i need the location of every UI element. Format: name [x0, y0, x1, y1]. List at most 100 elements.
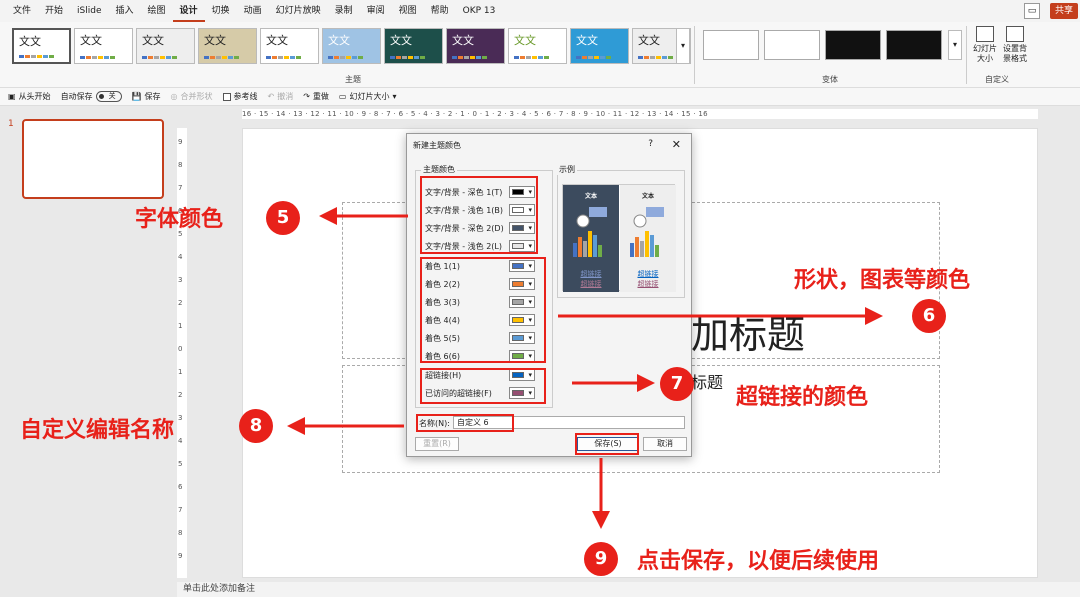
theme-tile[interactable]: 文文	[322, 28, 381, 64]
sample-group-label: 示例	[557, 164, 577, 175]
cancel-button[interactable]: 取消	[643, 437, 687, 451]
ruler-tick-label: 1	[178, 368, 183, 376]
theme-tile-label: 文文	[390, 34, 412, 47]
theme-tile-label: 文文	[204, 34, 226, 47]
ribbon: 文文 文文 文文 文文 文文 文文 文文 文文 文文 文文 文文 ▾ 主题 ▾ 变体 幻灯片 大小 …	[0, 22, 1080, 88]
merge-shapes-button[interactable]: ◎ 合并形状	[171, 91, 213, 102]
share-button[interactable]: 共享	[1049, 3, 1078, 19]
theme-tile[interactable]: 文文	[260, 28, 319, 64]
undo-label: 撤消	[277, 92, 294, 101]
slide-size-qat-button[interactable]: ▭ 幻灯片大小 ▾	[339, 91, 397, 102]
variant-white[interactable]	[703, 30, 759, 60]
menu-tab[interactable]: 视图	[392, 0, 424, 22]
undo-button[interactable]: ↶ 撤消	[268, 91, 294, 102]
checkbox-icon	[222, 92, 231, 101]
preview-dark: 文本 超链接 超链接	[563, 185, 619, 292]
preview-link-light: 超链接	[637, 270, 659, 278]
preview-chart-dark	[573, 207, 607, 257]
ruler-tick-label: 5	[178, 460, 183, 468]
theme-color-bars	[576, 56, 611, 59]
menu-tab[interactable]: OKP 13	[456, 0, 503, 22]
variant-light[interactable]	[764, 30, 820, 60]
merge-shapes-icon: ◎	[170, 92, 178, 101]
annotation-badge-5: 5	[266, 201, 300, 235]
theme-tile[interactable]: 文文	[570, 28, 629, 64]
toggle-switch[interactable]: 关	[95, 91, 122, 102]
format-background-icon	[1006, 26, 1024, 42]
guides-checkbox[interactable]: 参考线	[222, 91, 258, 102]
menu-tab[interactable]: 动画	[237, 0, 269, 22]
theme-tile-label: 文文	[80, 34, 102, 47]
theme-tile-label: 文文	[266, 34, 288, 47]
comment-icon[interactable]: ▭	[1024, 3, 1040, 19]
save-button[interactable]: 💾 保存	[132, 91, 161, 102]
ruler-tick-label: 7	[178, 506, 183, 514]
menu-tab[interactable]: 文件	[6, 0, 38, 22]
save-icon: 💾	[131, 92, 142, 101]
menu-tab[interactable]: 设计	[172, 0, 205, 22]
help-icon[interactable]: ?	[648, 139, 653, 149]
format-background-button[interactable]: 设置背 景格式	[1000, 26, 1030, 64]
theme-tile[interactable]: 文文	[384, 28, 443, 64]
reset-button[interactable]: 重置(R)	[415, 437, 459, 451]
menu-bar: 文件 开始 iSlide 插入 绘图 设计 切换 动画 幻灯片放映 录制 审阅 视图 帮助 OKP 13	[0, 0, 1080, 22]
theme-gallery-more-icon[interactable]: ▾	[676, 28, 690, 64]
theme-color-bars	[266, 56, 301, 59]
slide-size-button[interactable]: 幻灯片 大小	[970, 26, 1000, 64]
theme-gallery: 文文 文文 文文 文文 文文 文文 文文 文文 文文 文文 文文	[12, 28, 691, 64]
divider	[694, 26, 695, 84]
quick-access-toolbar: ▣ 从头开始 自动保存关 💾 保存 ◎ 合并形状 参考线 ↶ 撤消 ↷ 重做 ▭ 幻灯片大小…	[0, 88, 1080, 106]
preview-visited-light: 超链接	[637, 280, 659, 288]
theme-color-bars	[452, 56, 487, 59]
theme-tile[interactable]: 文文	[74, 28, 133, 64]
annotation-text-5: 字体颜色	[135, 207, 224, 232]
menu-tab[interactable]: iSlide	[70, 0, 108, 22]
ruler-tick-label: 7	[178, 184, 183, 192]
undo-icon: ↶	[267, 92, 275, 101]
menu-tab[interactable]: 绘图	[141, 0, 173, 22]
divider	[966, 26, 967, 84]
themes-group-label: 主题	[345, 75, 361, 84]
preview-link-dark: 超链接	[580, 270, 602, 278]
menu-tab[interactable]: 录制	[328, 0, 360, 22]
variants-group-label: 变体	[822, 75, 838, 84]
menu-tab[interactable]: 切换	[205, 0, 237, 22]
menu-tab[interactable]: 插入	[109, 0, 141, 22]
ruler-tick-label: 6	[178, 483, 183, 491]
guides-label: 参考线	[233, 92, 258, 101]
menu-tab[interactable]: 审阅	[360, 0, 392, 22]
menu-tab[interactable]: 幻灯片放映	[269, 0, 328, 22]
autosave-toggle[interactable]: 自动保存关	[61, 91, 122, 102]
vertical-ruler: 9876543210123456789	[177, 128, 187, 578]
theme-tile-label: 文文	[452, 34, 474, 47]
variant-dark[interactable]	[825, 30, 881, 60]
annotation-badge-6: 6	[912, 299, 946, 333]
from-start-button[interactable]: ▣ 从头开始	[8, 91, 51, 102]
slide-thumbnail[interactable]	[22, 119, 164, 199]
theme-tile[interactable]: 文文	[508, 28, 567, 64]
save-label: 保存	[144, 92, 161, 101]
notes-pane[interactable]: 单击此处添加备注	[177, 582, 1080, 597]
slide-size-icon: ▭	[338, 92, 347, 101]
theme-tile[interactable]: 文文	[12, 28, 71, 64]
highlight-accent-colors	[420, 257, 546, 363]
ruler-tick-label: 4	[178, 437, 183, 445]
theme-colors-group-label: 主题颜色	[421, 164, 457, 175]
theme-tile-label: 文文	[328, 34, 350, 47]
highlight-save-button	[575, 433, 639, 455]
theme-tile[interactable]: 文文	[198, 28, 257, 64]
redo-button[interactable]: ↷ 重做	[303, 91, 329, 102]
theme-tile-label: 文文	[19, 35, 41, 48]
preview-text-dark: 文本	[584, 193, 597, 200]
annotation-badge-9: 9	[584, 542, 618, 576]
close-icon[interactable]: ✕	[672, 138, 681, 151]
variant-black[interactable]	[886, 30, 942, 60]
theme-color-bars	[514, 56, 549, 59]
menu-tab[interactable]: 开始	[38, 0, 70, 22]
theme-tile[interactable]: 文文	[446, 28, 505, 64]
menu-tab[interactable]: 帮助	[424, 0, 456, 22]
annotation-text-9: 点击保存，以便后续使用	[637, 549, 880, 574]
ruler-tick-label: 3	[178, 276, 183, 284]
theme-tile[interactable]: 文文	[136, 28, 195, 64]
variant-more-icon[interactable]: ▾	[948, 30, 962, 60]
